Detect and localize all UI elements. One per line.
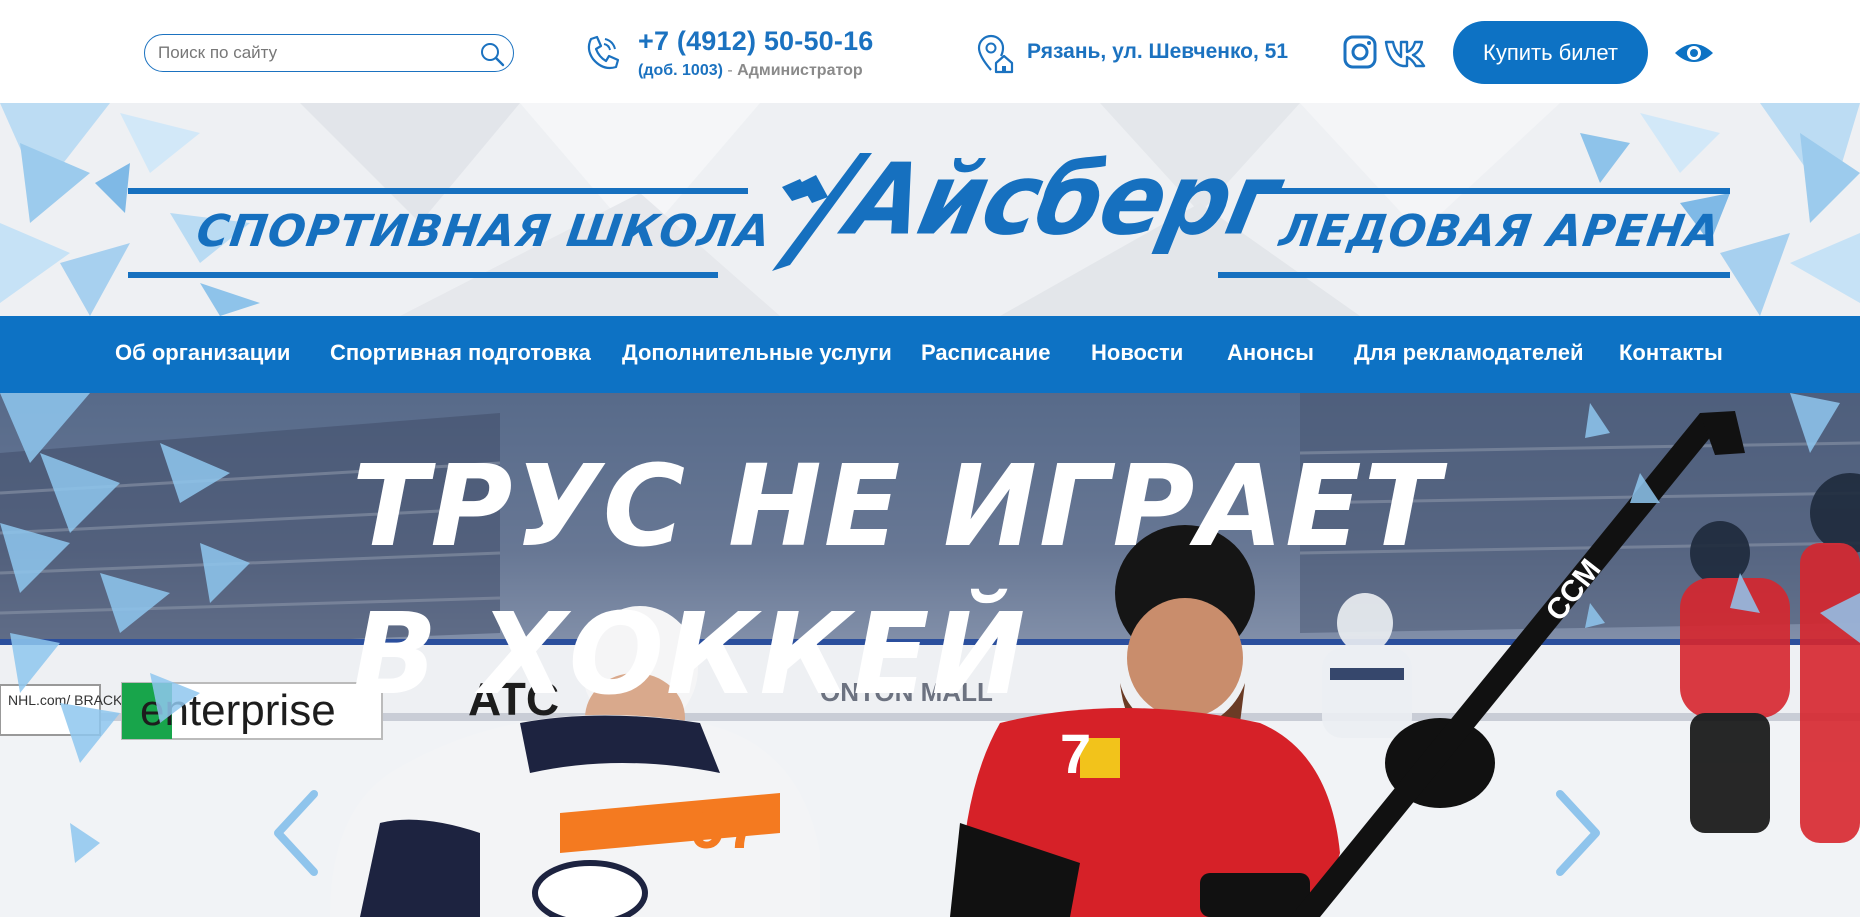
site-logo[interactable]: Айсберг (838, 143, 1288, 257)
nav-item-sport-training[interactable]: Спортивная подготовка (330, 340, 591, 366)
search-icon[interactable] (479, 41, 505, 67)
phone-separator: - (722, 62, 738, 79)
ice-arena-label: ЛЕДОВАЯ АРЕНА (1276, 206, 1724, 257)
phone-extension: (доб. 1003) (638, 62, 723, 79)
logo-banner: СПОРТИВНАЯ ШКОЛА ЛЕДОВАЯ АРЕНА Айсберг (0, 103, 1860, 316)
main-nav: Об организации Спортивная подготовка Доп… (0, 316, 1860, 393)
phone-number-link[interactable]: +7 (4912) 50-50-16 (638, 26, 874, 57)
nav-item-news[interactable]: Новости (1091, 340, 1183, 366)
hero-title-line-2: В ХОККЕЙ (352, 590, 1028, 720)
phone-subtitle: (доб. 1003) - Администратор (638, 62, 863, 80)
phone-icon (587, 35, 620, 70)
buy-ticket-button[interactable]: Купить билет (1453, 21, 1648, 84)
instagram-icon[interactable] (1342, 34, 1378, 70)
search-input[interactable] (145, 43, 455, 63)
chevron-right-icon[interactable] (1552, 788, 1604, 878)
hero-title: ТРУС НЕ ИГРАЕТ В ХОККЕЙ (352, 433, 1442, 729)
search-box[interactable] (144, 34, 514, 72)
nav-item-schedule[interactable]: Расписание (921, 340, 1050, 366)
player-97-number: 97 (690, 790, 761, 862)
nav-item-contacts[interactable]: Контакты (1619, 340, 1723, 366)
address-text: Рязань, ул. Шевченко, 51 (1027, 40, 1289, 63)
banner-line (1218, 272, 1730, 278)
nav-item-advertisers[interactable]: Для рекламодателей (1354, 340, 1584, 366)
vk-icon[interactable] (1384, 34, 1426, 70)
player-7-number: 7 (1060, 722, 1091, 785)
banner-line (128, 272, 718, 278)
map-pin-home-icon (977, 34, 1014, 74)
nav-item-extra-services[interactable]: Дополнительные услуги (622, 340, 892, 366)
hero-title-line-1: ТРУС НЕ ИГРАЕТ (352, 442, 1443, 572)
phone-role: Администратор (737, 62, 863, 79)
eye-icon[interactable] (1673, 38, 1715, 68)
sport-school-label: СПОРТИВНАЯ ШКОЛА (193, 206, 775, 257)
nav-item-announcements[interactable]: Анонсы (1227, 340, 1314, 366)
chevron-left-icon[interactable] (270, 788, 322, 878)
nav-item-about[interactable]: Об организации (115, 340, 290, 366)
banner-line (1245, 188, 1730, 194)
top-bar: +7 (4912) 50-50-16 (доб. 1003) - Админис… (0, 0, 1860, 103)
banner-line (128, 188, 748, 194)
hero-slider: NHL.com/ BRACKET enterprise ATC ONTON MA… (0, 393, 1860, 917)
